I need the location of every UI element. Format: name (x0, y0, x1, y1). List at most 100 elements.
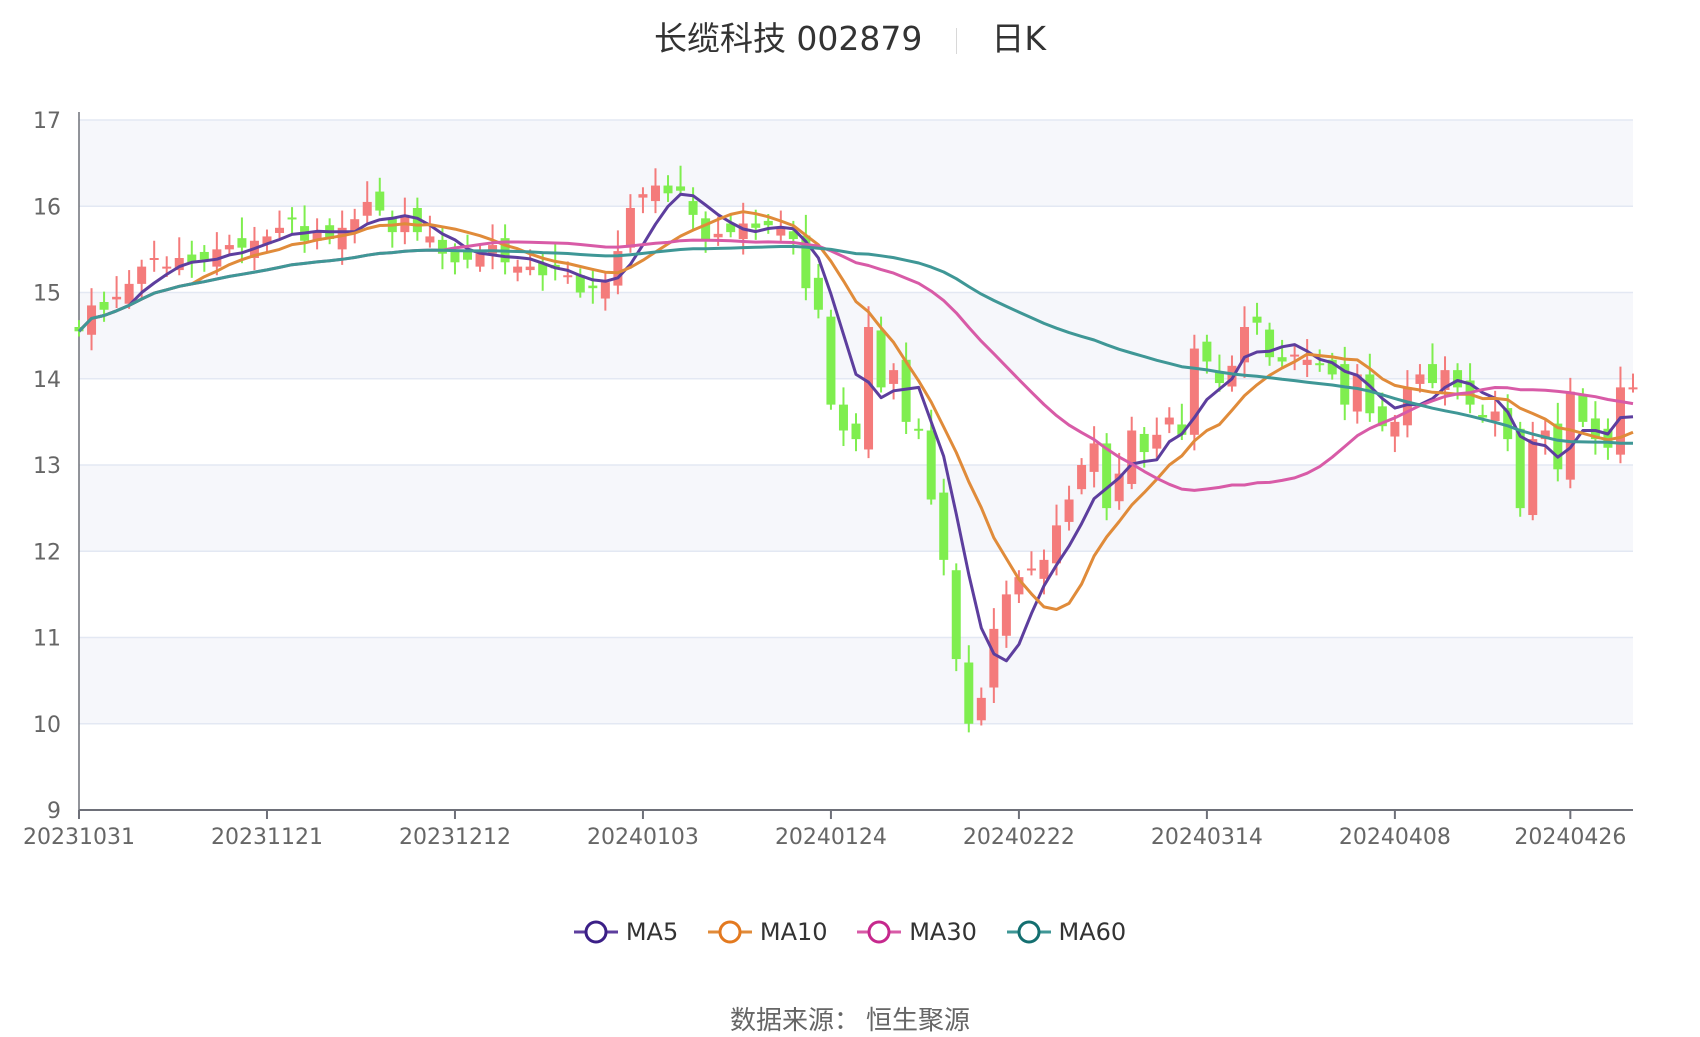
candle-body (1628, 387, 1638, 390)
x-tick-label: 20240222 (963, 825, 1075, 850)
candle-body (876, 330, 886, 388)
candle-body (162, 266, 172, 269)
candle-body (1565, 391, 1575, 480)
candle-body (1515, 428, 1525, 509)
candle-body (964, 662, 974, 724)
candle-body (851, 423, 861, 440)
candle-body (1139, 433, 1149, 453)
legend-item-ma60[interactable]: MA60 (1006, 918, 1127, 946)
grid-band (79, 292, 1633, 379)
candle-body (826, 316, 836, 405)
candle-body (625, 207, 635, 248)
candle-body (1427, 364, 1437, 384)
candle-body (676, 186, 686, 191)
y-tick-label: 9 (47, 799, 61, 824)
candle-body (1102, 443, 1112, 509)
legend-item-ma5[interactable]: MA5 (573, 918, 679, 946)
candle-body (1064, 499, 1074, 522)
y-tick-label: 13 (33, 454, 61, 479)
y-tick-label: 16 (33, 195, 61, 220)
candle-body (1001, 594, 1011, 636)
candle-body (813, 277, 823, 310)
candle-body (463, 251, 472, 260)
legend-label: MA5 (625, 918, 679, 946)
source-value: 恒生聚源 (866, 1006, 971, 1036)
candle-body (638, 194, 648, 198)
candle-body (1578, 395, 1588, 422)
candle-body (275, 227, 285, 233)
candle-body (1302, 359, 1312, 365)
candle-body (650, 185, 660, 202)
candle-body (588, 285, 598, 289)
candle-body (1277, 357, 1287, 362)
legend-marker-ma10 (707, 920, 752, 944)
x-tick-label: 20240426 (1514, 825, 1626, 850)
candle-body (951, 570, 961, 660)
candle-body (926, 430, 936, 500)
candle-body (1127, 430, 1137, 484)
candle-body (1352, 374, 1362, 412)
legend-label: MA30 (909, 918, 977, 946)
candle-body (112, 296, 122, 300)
grid-band (79, 120, 1633, 207)
candle-body (1490, 411, 1500, 422)
candle-body (137, 266, 147, 284)
legend-item-ma10[interactable]: MA10 (707, 918, 828, 946)
y-tick-label: 14 (33, 368, 61, 393)
legend-marker-ma30 (857, 920, 902, 944)
candle-body (1039, 559, 1049, 579)
candle-body (1390, 421, 1400, 437)
candle-body (1089, 443, 1099, 472)
candle-body (1415, 374, 1425, 384)
candle-body (1026, 568, 1036, 571)
candle-body (287, 217, 297, 220)
candle-body (1252, 316, 1262, 323)
candle-body (525, 266, 535, 271)
candle-body (199, 251, 209, 260)
candle-body (563, 275, 573, 278)
candle-body (1553, 423, 1563, 470)
candle-body (600, 282, 610, 299)
legend: MA5 MA10 MA30 MA60 (0, 918, 1700, 951)
y-tick-label: 12 (33, 540, 61, 565)
candle-body (939, 492, 949, 560)
x-tick-label: 20231212 (399, 825, 511, 850)
y-tick-label: 15 (33, 282, 61, 307)
candle-body (475, 253, 485, 267)
candle-body (425, 236, 435, 243)
candle-body (1315, 363, 1325, 366)
y-tick-label: 10 (33, 713, 61, 738)
candle-body (1164, 417, 1174, 425)
x-tick-label: 20240124 (775, 825, 887, 850)
candle-body (237, 238, 247, 248)
candle-body (763, 220, 773, 226)
candle-body (663, 185, 673, 194)
x-tick-label: 20231031 (23, 825, 135, 850)
source-label: 数据来源： (729, 1006, 860, 1036)
candlestick-chart: 9 10 11 12 13 14 15 16 17 20231031 20231121 2023121… (23, 109, 1638, 850)
candle-body (1528, 439, 1538, 516)
y-tick-label: 11 (33, 627, 61, 652)
candle-body (751, 223, 761, 228)
candle-body (375, 191, 385, 211)
candle-body (1365, 374, 1375, 414)
candle-body (1290, 354, 1300, 357)
x-tick-label: 20240314 (1151, 825, 1263, 850)
legend-label: MA60 (1058, 918, 1127, 946)
candle-body (989, 628, 999, 688)
candle-body (224, 245, 234, 250)
grid-band (79, 637, 1633, 724)
legend-label: MA10 (759, 918, 828, 946)
candle-body (1152, 434, 1162, 449)
candle-body (1453, 370, 1463, 388)
legend-item-ma30[interactable]: MA30 (857, 918, 977, 946)
candle-body (713, 233, 723, 238)
candle-body (914, 428, 924, 431)
x-tick-label: 20240408 (1339, 825, 1451, 850)
legend-marker-ma60 (1006, 920, 1051, 944)
candle-body (838, 404, 848, 431)
candle-body (1077, 465, 1087, 490)
candle-body (149, 258, 159, 260)
candle-body (513, 266, 523, 273)
candle-body (99, 301, 109, 310)
